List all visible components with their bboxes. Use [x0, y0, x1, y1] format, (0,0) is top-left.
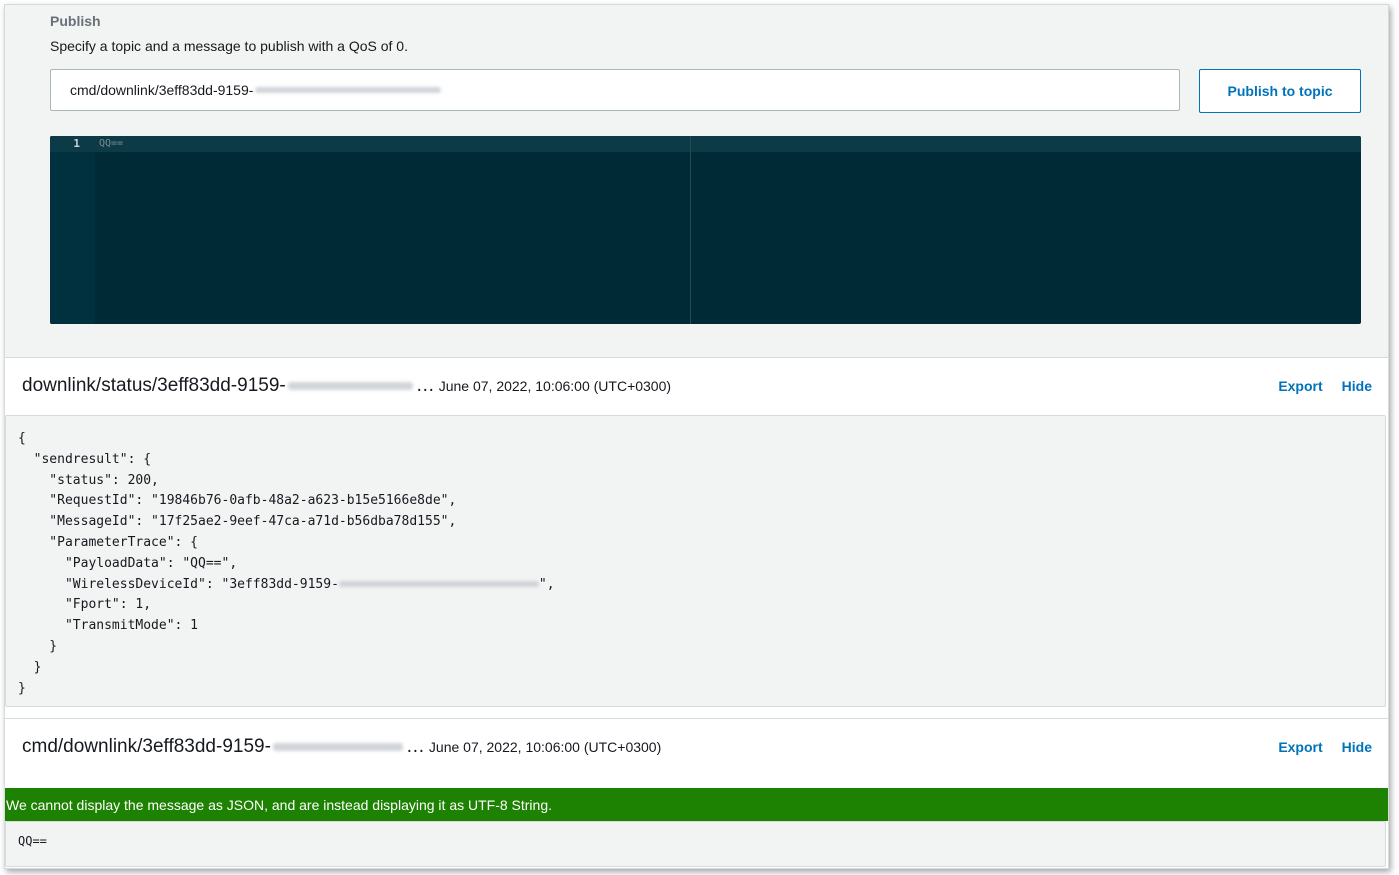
json-payload: { "sendresult": { "status": 200, "Reques…	[6, 416, 1385, 699]
publish-to-topic-button[interactable]: Publish to topic	[1199, 69, 1361, 113]
topic-ellipsis: …	[405, 736, 425, 757]
editor-gutter	[50, 136, 95, 324]
json-line: "PayloadData": "QQ==",	[18, 555, 238, 571]
editor-code-line[interactable]: QQ==	[99, 138, 123, 149]
json-line: "sendresult": {	[18, 451, 152, 467]
message-timestamp: June 07, 2022, 10:06:00 (UTC+0300)	[428, 739, 662, 755]
json-line: }	[18, 638, 58, 654]
message-payload: { "sendresult": { "status": 200, "Reques…	[5, 415, 1386, 707]
publish-description: Specify a topic and a message to publish…	[50, 38, 408, 54]
topic-name-input[interactable]: cmd/downlink/3eff83dd-9159-	[50, 69, 1180, 111]
json-line: "Fport": 1,	[18, 597, 152, 613]
redacted-text	[338, 581, 539, 588]
mqtt-test-client-panel: Publish Specify a topic and a message to…	[4, 4, 1389, 869]
message-payload-editor[interactable]: 1 QQ==	[50, 136, 1361, 324]
topic-name-value: cmd/downlink/3eff83dd-9159-	[70, 82, 254, 98]
redacted-text	[255, 87, 442, 93]
message-payload: QQ==	[5, 821, 1386, 867]
json-line: "WirelessDeviceId": "3eff83dd-9159-	[18, 576, 339, 592]
json-line: "status": 200,	[18, 472, 159, 488]
message-header: cmd/downlink/3eff83dd-9159- … June 07, 2…	[22, 719, 1372, 775]
json-line-suffix: ",	[538, 576, 555, 592]
redacted-text	[287, 382, 413, 390]
json-line: "TransmitMode": 1	[18, 618, 199, 634]
hide-button[interactable]: Hide	[1342, 378, 1372, 394]
message-card: cmd/downlink/3eff83dd-9159- … June 07, 2…	[5, 718, 1388, 868]
format-notice-banner: We cannot display the message as JSON, a…	[5, 788, 1388, 821]
publish-title: Publish	[50, 13, 101, 29]
message-actions: Export Hide	[1259, 358, 1372, 414]
json-line: "ParameterTrace": {	[18, 534, 199, 550]
message-timestamp: June 07, 2022, 10:06:00 (UTC+0300)	[438, 378, 672, 394]
message-topic: downlink/status/3eff83dd-9159-	[22, 375, 286, 396]
topic-ellipsis: …	[415, 375, 435, 396]
active-line-highlight	[50, 136, 1361, 152]
message-topic: cmd/downlink/3eff83dd-9159-	[22, 736, 271, 757]
json-line: {	[18, 431, 26, 446]
raw-payload: QQ==	[18, 834, 47, 848]
print-margin	[690, 136, 691, 324]
redacted-text	[272, 743, 403, 751]
message-header: downlink/status/3eff83dd-9159- … June 07…	[22, 358, 1372, 414]
message-actions: Export Hide	[1259, 719, 1372, 775]
export-button[interactable]: Export	[1278, 739, 1322, 755]
export-button[interactable]: Export	[1278, 378, 1322, 394]
message-card: downlink/status/3eff83dd-9159- … June 07…	[5, 357, 1388, 718]
json-line: "MessageId": "17f25ae2-9eef-47ca-a71d-b5…	[18, 514, 457, 530]
json-line: }	[18, 659, 42, 675]
json-line: }	[18, 680, 26, 696]
json-line: "RequestId": "19846b76-0afb-48a2-a623-b1…	[18, 493, 457, 509]
hide-button[interactable]: Hide	[1342, 739, 1372, 755]
publish-section: Publish Specify a topic and a message to…	[5, 5, 1388, 357]
line-number: 1	[73, 137, 80, 150]
